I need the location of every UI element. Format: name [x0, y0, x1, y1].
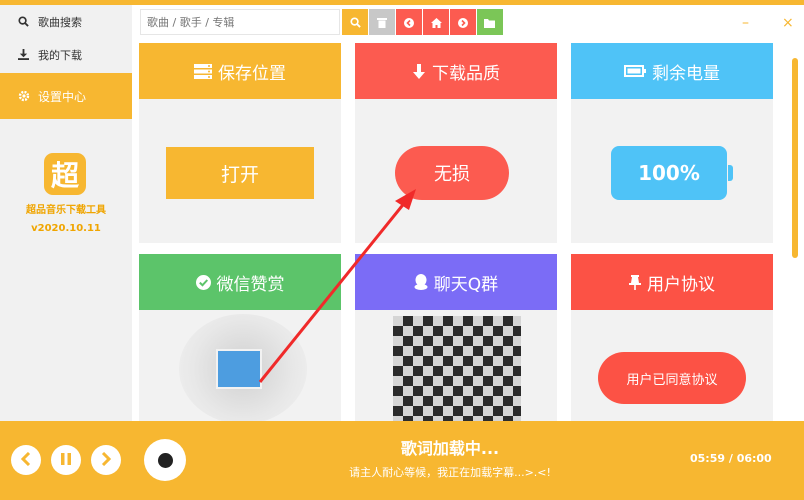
- player-bar: 歌词加载中... 请主人耐心等候，我正在加载字幕...>.<! 05:59 / …: [0, 421, 804, 500]
- forward-button[interactable]: [450, 9, 476, 35]
- sidebar-item-song-search[interactable]: 歌曲搜索: [0, 5, 132, 38]
- trash-icon: [377, 13, 387, 32]
- record-dot-icon: [157, 452, 173, 468]
- sidebar-item-label: 我的下载: [38, 48, 82, 62]
- previous-button[interactable]: [11, 445, 41, 475]
- scrollbar[interactable]: [792, 58, 798, 258]
- minimize-button[interactable]: –: [742, 15, 749, 31]
- back-button[interactable]: [396, 9, 422, 35]
- lyric-subtitle: 请主人耐心等候，我正在加载字幕...>.<!: [349, 466, 551, 479]
- back-icon: [404, 13, 414, 32]
- search-button[interactable]: [342, 9, 368, 35]
- lyric-title: 歌词加载中...: [400, 439, 500, 458]
- sidebar-item-settings[interactable]: 设置中心: [0, 73, 132, 119]
- sidebar: 歌曲搜索 我的下载 设置中心 超 超品音乐下载工具 v2020.10.11: [0, 5, 132, 421]
- open-folder-button[interactable]: [477, 9, 503, 35]
- app-logo: 超: [44, 153, 86, 195]
- download-icon: [18, 49, 32, 60]
- home-icon: [430, 13, 442, 32]
- sidebar-item-my-downloads[interactable]: 我的下载: [0, 38, 132, 71]
- search-input[interactable]: [140, 9, 340, 35]
- next-button[interactable]: [91, 445, 121, 475]
- search-icon: [349, 13, 361, 32]
- app-name: 超品音乐下载工具: [26, 205, 106, 216]
- header: – ×: [132, 5, 804, 39]
- folder-icon: [484, 13, 496, 32]
- forward-icon: [458, 13, 468, 32]
- gear-icon: [18, 90, 32, 102]
- pause-button[interactable]: [51, 445, 81, 475]
- playback-time: 05:59 / 06:00: [690, 452, 772, 465]
- chevron-left-icon: [20, 451, 32, 470]
- search-icon: [18, 16, 32, 27]
- stop-button[interactable]: [144, 439, 186, 481]
- annotation-arrow: [258, 189, 416, 383]
- sidebar-item-label: 设置中心: [38, 89, 87, 104]
- sidebar-item-label: 歌曲搜索: [38, 15, 82, 29]
- home-button[interactable]: [423, 9, 449, 35]
- pause-icon: [60, 451, 72, 470]
- app-version: v2020.10.11: [31, 223, 101, 234]
- chevron-right-icon: [100, 451, 112, 470]
- settings-panel: 保存位置 打开 下载品质 无损 剩余电量 100% 微信赞赏 聊天Q群 用户协议…: [132, 39, 804, 421]
- close-button[interactable]: ×: [782, 15, 794, 31]
- clear-button[interactable]: [369, 9, 395, 35]
